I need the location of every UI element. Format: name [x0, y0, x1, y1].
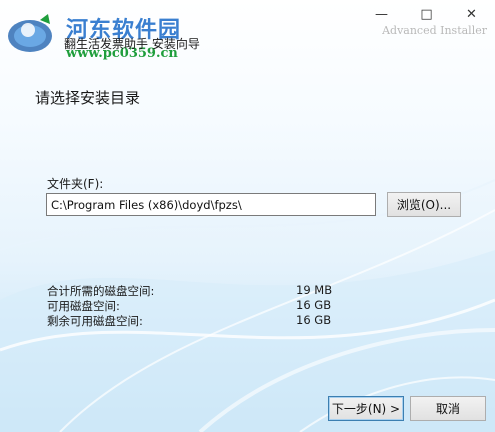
browse-button[interactable]: 浏览(O)... [387, 192, 461, 217]
available-space-value: 16 GB [296, 298, 332, 312]
page-title: 请选择安装目录 [35, 89, 141, 107]
available-space-label: 可用磁盘空间: [47, 299, 120, 313]
next-button[interactable]: 下一步(N) > [328, 396, 404, 421]
install-path-input[interactable] [46, 193, 376, 216]
remaining-space-value: 16 GB [296, 313, 332, 327]
installer-window: 河东软件园 www.pc0359.cn 翻生活发票助手 安装向导 Advance… [0, 0, 495, 432]
folder-label: 文件夹(F): [47, 177, 104, 191]
remaining-space-label: 剩余可用磁盘空间: [47, 314, 143, 328]
cancel-button[interactable]: 取消 [410, 396, 486, 421]
minimize-icon[interactable]: — [359, 0, 404, 28]
installer-logo-icon [8, 14, 52, 52]
required-space-label: 合计所需的磁盘空间: [47, 284, 155, 298]
maximize-icon[interactable]: □ [404, 0, 449, 28]
window-title: 翻生活发票助手 安装向导 [64, 37, 200, 51]
required-space-value: 19 MB [296, 283, 333, 297]
close-icon[interactable]: ✕ [449, 0, 494, 28]
